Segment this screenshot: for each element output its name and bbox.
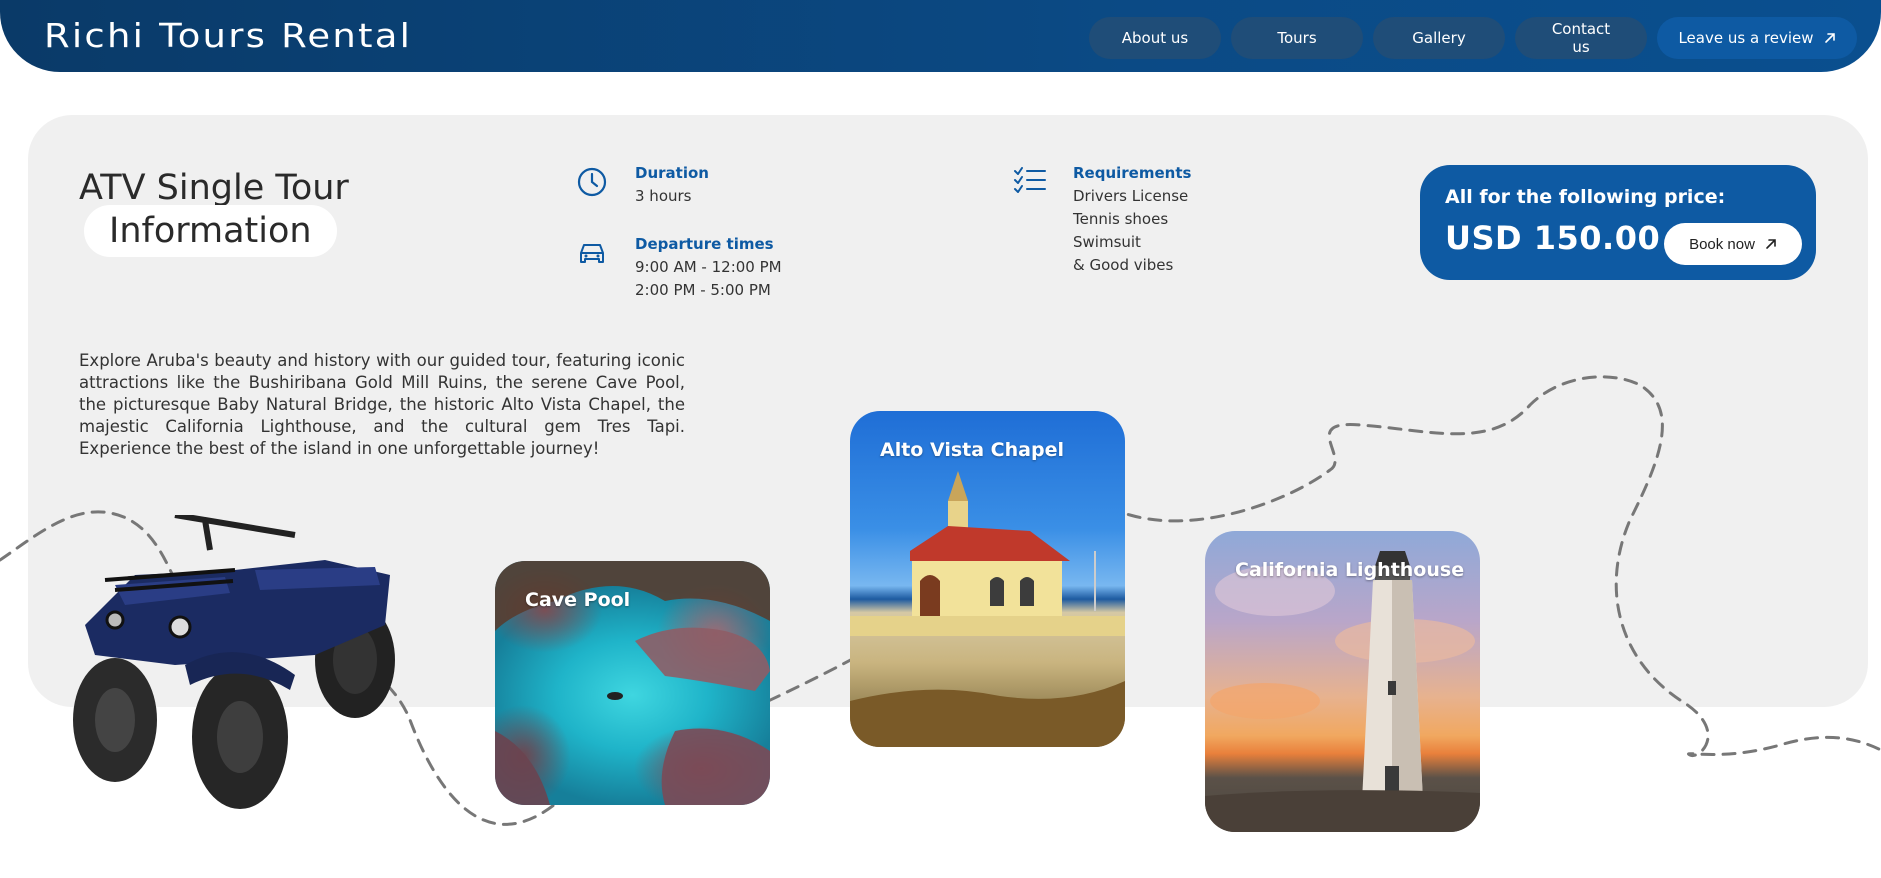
price-value: USD 150.00 xyxy=(1445,219,1661,257)
price-card: All for the following price: USD 150.00 … xyxy=(1420,165,1816,280)
atv-image xyxy=(73,515,395,809)
tour-title: ATV Single Tour xyxy=(79,168,349,208)
duration-value: 3 hours xyxy=(635,187,692,205)
card-label: Cave Pool xyxy=(525,589,631,611)
requirement-item: & Good vibes xyxy=(1073,256,1174,274)
cave-pool-card[interactable]: Cave Pool xyxy=(495,561,770,805)
tour-title-pill: Information xyxy=(84,205,337,257)
requirement-item: Tennis shoes xyxy=(1073,210,1169,228)
alto-vista-chapel-card[interactable]: Alto Vista Chapel xyxy=(850,411,1125,747)
car-icon xyxy=(576,237,608,273)
requirements-label: Requirements xyxy=(1073,164,1192,182)
price-label: All for the following price: xyxy=(1445,186,1726,208)
departure-time-1: 9:00 AM - 12:00 PM xyxy=(635,258,782,276)
california-lighthouse-card[interactable]: California Lighthouse xyxy=(1205,531,1480,832)
card-label: Alto Vista Chapel xyxy=(880,439,1064,461)
checklist-icon xyxy=(1013,165,1047,201)
chapel-photo xyxy=(850,471,1125,747)
book-now-label: Book now xyxy=(1689,235,1755,253)
card-label: California Lighthouse xyxy=(1235,559,1465,581)
duration-label: Duration xyxy=(635,164,709,182)
requirement-item: Drivers License xyxy=(1073,187,1189,205)
clock-icon xyxy=(576,166,608,202)
tour-description: Explore Aruba's beauty and history with … xyxy=(79,351,685,458)
arrow-up-right-icon xyxy=(1765,238,1777,250)
departure-label: Departure times xyxy=(635,235,774,253)
departure-time-2: 2:00 PM - 5:00 PM xyxy=(635,281,771,299)
requirement-item: Swimsuit xyxy=(1073,233,1141,251)
book-now-button[interactable]: Book now xyxy=(1664,223,1802,265)
